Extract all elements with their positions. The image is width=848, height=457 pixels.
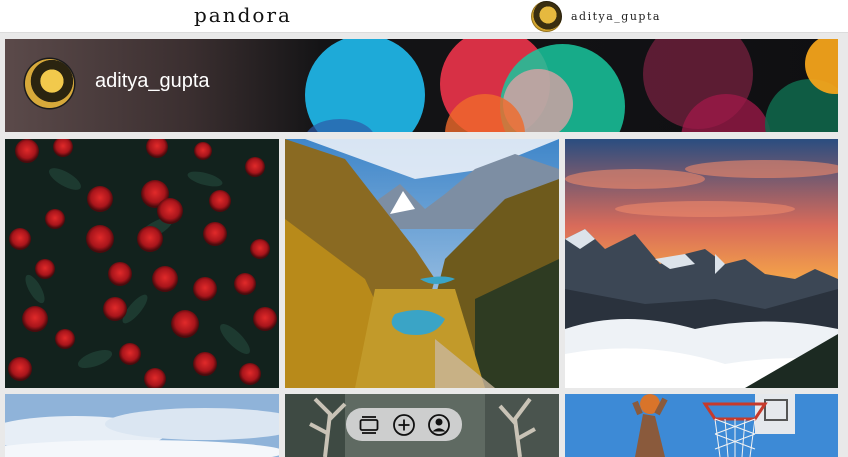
bokeh-light xyxy=(305,39,425,132)
brand-logo[interactable]: pandora xyxy=(194,3,292,27)
post-tile[interactable] xyxy=(565,139,838,388)
header-avatar[interactable] xyxy=(531,1,562,32)
post-tile[interactable] xyxy=(5,139,279,388)
rose-photo xyxy=(5,139,279,388)
header-username[interactable]: aditya_gupta xyxy=(571,10,661,23)
top-bar: pandora aditya_gupta xyxy=(0,0,848,33)
profile-icon[interactable] xyxy=(427,413,451,437)
bottom-nav xyxy=(346,408,462,441)
post-tile[interactable] xyxy=(285,139,559,388)
add-post-icon[interactable] xyxy=(392,413,416,437)
clouds-photo xyxy=(5,394,279,457)
banner-avatar[interactable] xyxy=(25,59,74,108)
valley-photo xyxy=(285,139,559,388)
header-user[interactable]: aditya_gupta xyxy=(531,1,661,32)
mountain-sunset-photo xyxy=(565,139,838,388)
feed-icon[interactable] xyxy=(357,413,381,437)
banner-username: aditya_gupta xyxy=(95,70,210,92)
basketball-photo xyxy=(565,394,838,457)
profile-banner: aditya_gupta xyxy=(5,39,838,132)
post-tile[interactable] xyxy=(5,394,279,457)
post-tile[interactable] xyxy=(565,394,838,457)
